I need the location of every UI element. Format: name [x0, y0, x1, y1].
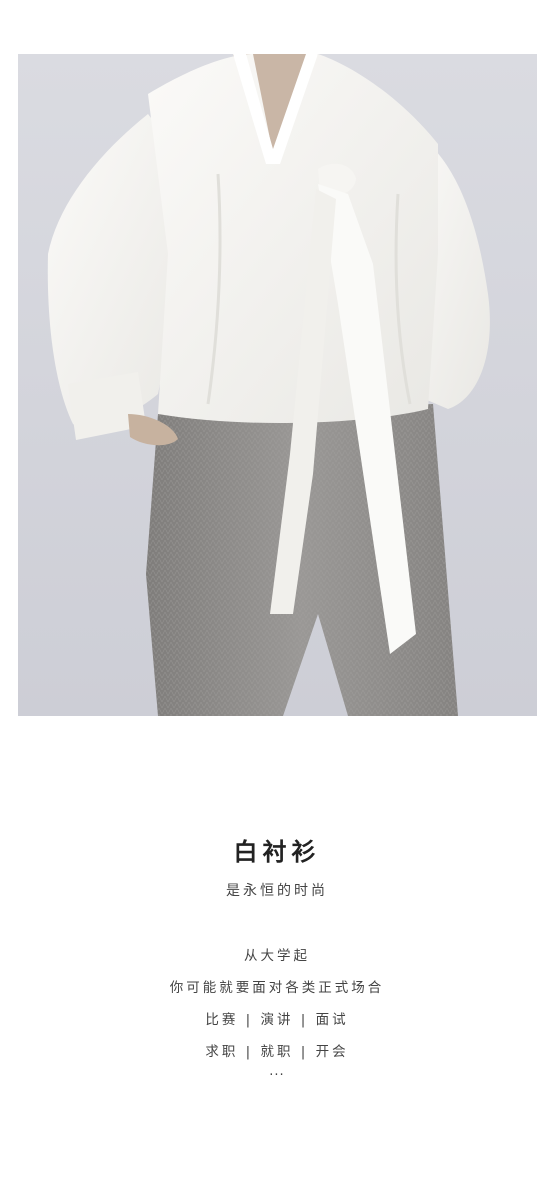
occasion-list: 比赛 | 演讲 | 面试: [205, 1012, 349, 1028]
body-line: 从大学起: [244, 948, 310, 964]
subtitle: 是永恒的时尚: [226, 883, 328, 899]
product-photo: [18, 54, 537, 716]
page-title: 白衬衫: [233, 838, 321, 866]
ellipsis: ...: [269, 1064, 285, 1079]
body-line: 你可能就要面对各类正式场合: [169, 980, 385, 996]
occasion-list: 求职 | 就职 | 开会: [205, 1044, 349, 1060]
